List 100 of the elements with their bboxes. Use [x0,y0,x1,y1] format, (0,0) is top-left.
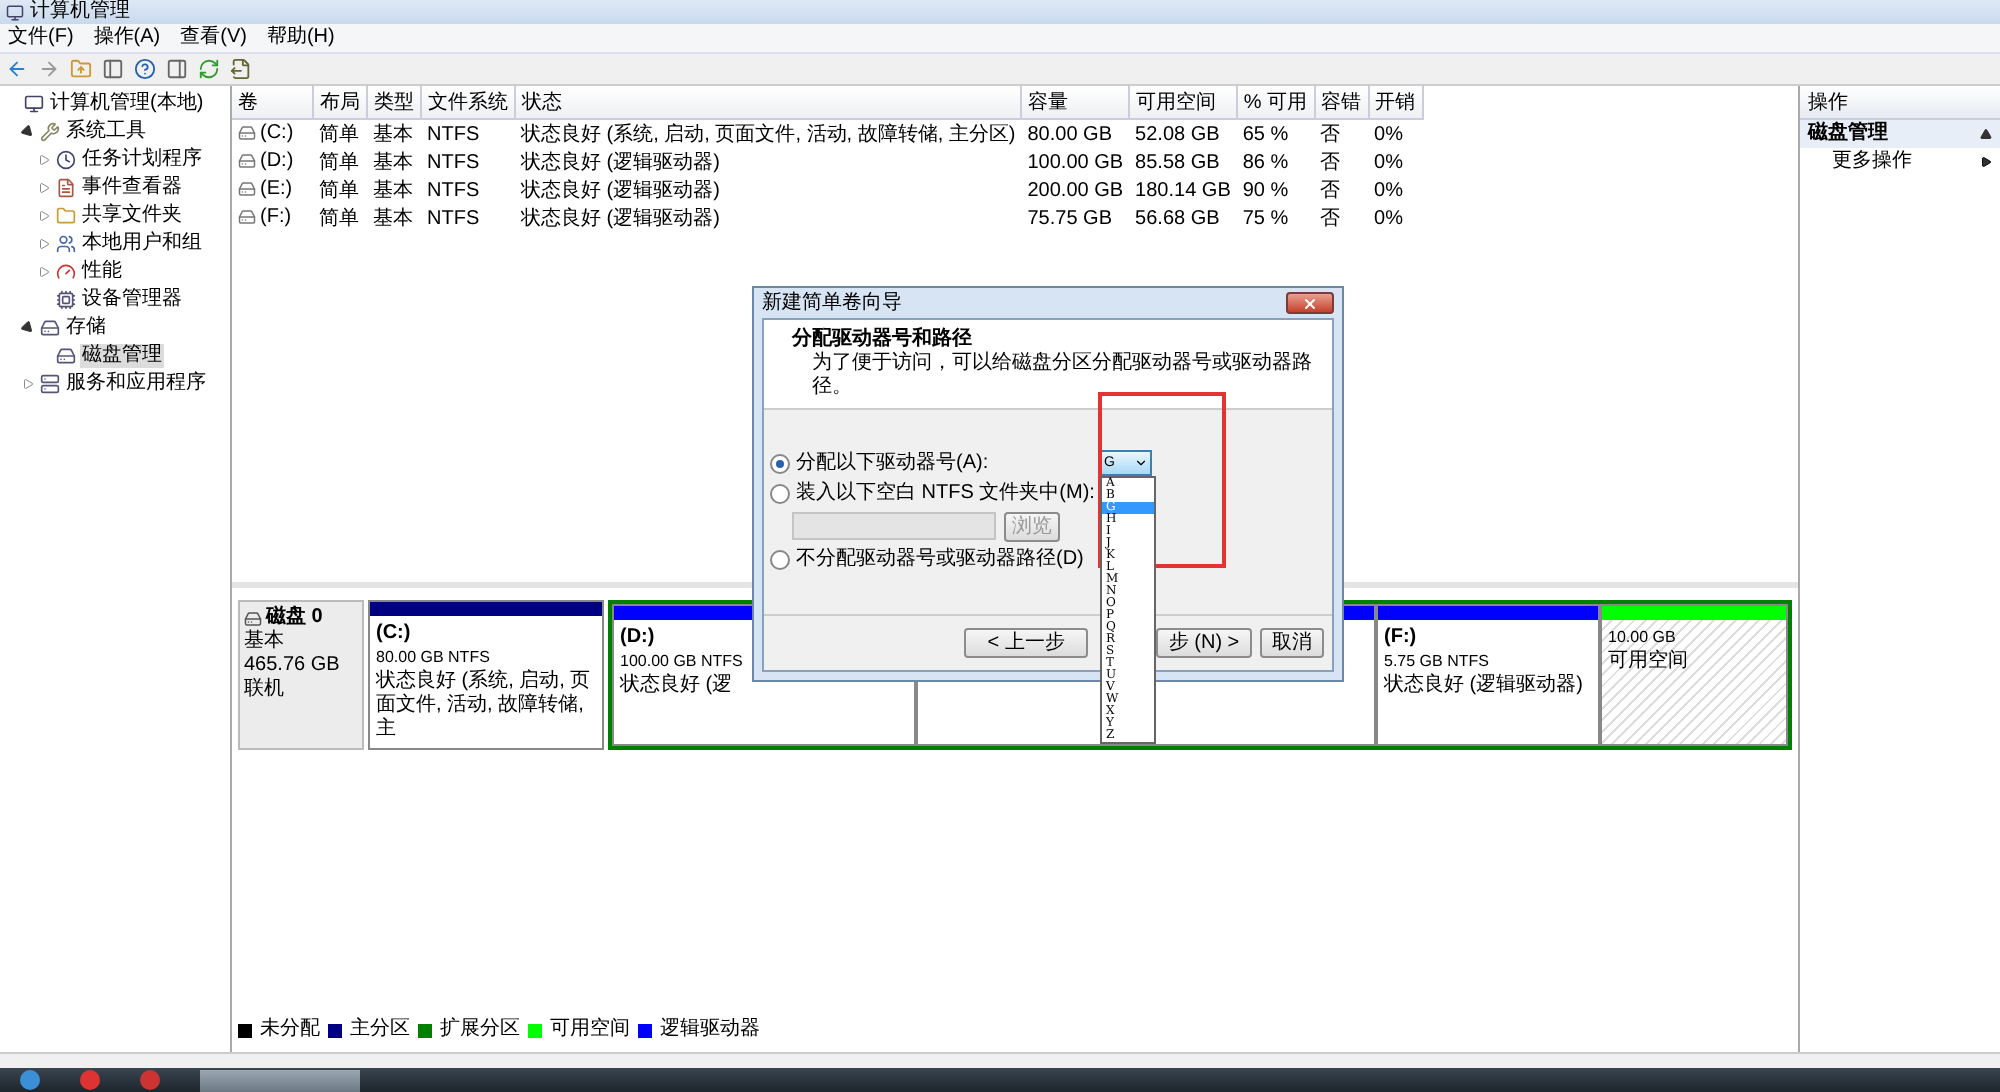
menu-item[interactable]: 文件(F) [8,24,74,52]
tree-item[interactable]: 事件查看器 [80,176,184,200]
start-button[interactable] [20,1070,40,1090]
submenu-arrow-icon[interactable] [1980,156,1992,168]
table-cell-text: 90 % [1240,177,1291,204]
collapsed-arrow-icon[interactable] [38,266,50,278]
dialog-subtitle: 为了便于访问，可以给磁盘分区分配驱动器号或驱动器路径。 [810,352,1314,400]
export-icon[interactable] [230,58,252,80]
tree-item[interactable]: 系统工具 [64,120,148,144]
table-cell-text: 75.75 GB [1025,205,1114,232]
partition-info: 5.75 GB NTFS [1384,650,1491,673]
table-cell-text: 否 [1318,178,1343,204]
table-cell: 0% [1368,119,1423,148]
column-header[interactable]: 可用空间 [1129,86,1237,119]
table-cell: 否 [1314,119,1369,148]
tree-item[interactable]: 任务计划程序 [80,148,204,172]
document-icon [56,178,76,198]
volume-name: (F:) [260,205,292,227]
table-cell-text: 基本 [371,177,415,204]
partition-block[interactable]: (C:) 80.00 GB NTFS 状态良好 (系统, 启动, 页面文件, 活动, 故障转储, 主 [368,600,604,750]
section-title: 磁盘管理 [1808,122,1888,146]
column-header[interactable]: 文件系统 [421,86,515,119]
drive-icon [244,609,262,627]
collapse-icon[interactable] [1980,128,1992,140]
table-cell-text: 简单 [317,205,361,232]
expanded-arrow-icon[interactable] [19,319,37,337]
table-cell-text: NTFS [425,149,482,176]
taskbar-button[interactable] [200,1069,360,1091]
tree-item[interactable]: 存储 [64,316,108,340]
partition-block[interactable]: (F:) 5.75 GB NTFS 状态良好 (逻辑驱动器) [1376,604,1600,746]
actions-section[interactable]: 磁盘管理 [1800,120,2000,148]
table-cell: NTFS [421,119,515,148]
refresh-icon[interactable] [198,58,220,80]
server-icon [40,374,60,394]
tree-item[interactable]: 性能 [80,260,124,284]
menu-item[interactable]: 帮助(H) [266,24,335,52]
free-space-block[interactable]: 10.00 GB 可用空间 [1600,604,1788,746]
dialog-title: 新建简单卷向导 [762,291,902,315]
table-cell-text: NTFS [425,205,482,232]
back-button[interactable]: < 上一步 [964,628,1088,658]
tree-item[interactable]: 磁盘管理 [80,344,164,368]
next-button[interactable]: 步 (N) > [1156,628,1252,658]
drive-icon [238,207,256,225]
table-cell: 状态良好 (系统, 启动, 页面文件, 活动, 故障转储, 主分区) [515,119,1022,148]
app-icon[interactable] [140,1070,160,1090]
drive-icon [238,179,256,197]
volume-name: (D:) [260,149,294,171]
tree-item[interactable]: 本地用户和组 [80,232,204,256]
close-button[interactable] [1286,292,1334,314]
volume-name: (E:) [260,177,293,199]
column-header[interactable]: 容错 [1314,86,1369,119]
disk-status: 联机 [244,678,286,702]
tree-item[interactable]: 计算机管理(本地) [48,92,206,116]
column-header[interactable]: 类型 [367,86,421,119]
collapsed-arrow-icon[interactable] [38,154,50,166]
actions-header: 操作 [1800,86,2000,120]
cancel-button[interactable]: 取消 [1260,628,1324,658]
folder-up-icon[interactable] [70,58,92,80]
collapsed-arrow-icon[interactable] [22,378,34,390]
table-cell-text: 基本 [371,149,415,176]
option-label: 装入以下空白 NTFS 文件夹中(M): [796,482,1095,506]
collapsed-arrow-icon[interactable] [38,210,50,222]
partition-info: 状态良好 (系统, 启动, 页面文件, 活动, 故障转储, 主 [376,670,593,742]
disk-info-block[interactable]: 磁盘 0 基本 465.76 GB 联机 [238,600,364,750]
disk-size: 465.76 GB [244,654,342,677]
chip-icon [56,290,76,310]
column-header[interactable]: 卷 [232,86,313,119]
column-header[interactable]: 开销 [1368,86,1423,119]
table-cell-text: 基本 [371,205,415,232]
back-icon[interactable] [6,58,28,80]
window-title: 计算机管理 [30,0,130,24]
volume-name: (C:) [260,121,294,143]
radio-button[interactable] [770,550,790,570]
panel-icon[interactable] [102,58,124,80]
collapsed-arrow-icon[interactable] [38,238,50,250]
action-link[interactable]: 更多操作 [1832,150,1912,174]
panel-icon[interactable] [166,58,188,80]
tree-item[interactable]: 共享文件夹 [80,204,184,228]
column-header[interactable]: 布局 [313,86,367,119]
table-cell-text: 100.00 GB [1025,149,1126,176]
drive-icon [238,123,256,141]
partition-title: (F:) [1384,626,1419,650]
folder-icon [56,206,76,226]
collapsed-arrow-icon[interactable] [38,182,50,194]
disk-name: 磁盘 0 [266,606,323,629]
tree-item[interactable]: 服务和应用程序 [64,372,208,396]
app-icon[interactable] [80,1070,100,1090]
radio-button[interactable] [770,484,790,504]
tree-item[interactable]: 设备管理器 [80,288,184,312]
table-cell-text: 200.00 GB [1025,177,1126,204]
menu-item[interactable]: 查看(V) [180,24,247,52]
column-header[interactable]: 状态 [515,86,1022,119]
dropdown-caret-icon [1134,456,1148,470]
forward-icon[interactable] [38,58,60,80]
column-header[interactable]: % 可用 [1236,86,1315,119]
menu-item[interactable]: 操作(A) [93,24,161,52]
help-icon[interactable] [134,58,156,80]
column-header[interactable]: 容量 [1021,86,1130,119]
radio-button[interactable] [770,453,790,473]
expanded-arrow-icon[interactable] [19,123,37,141]
